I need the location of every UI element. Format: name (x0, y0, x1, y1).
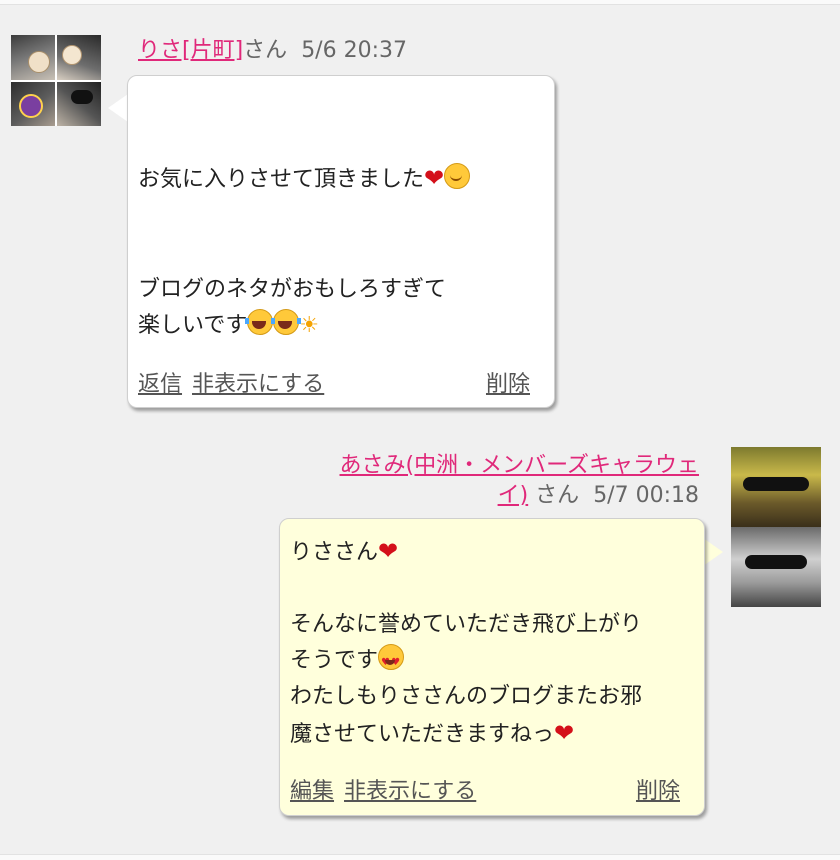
sender-suffix: さん (243, 38, 288, 63)
message-header: あさみ(中洲・メンバーズキャラウェ (340, 452, 699, 480)
message-actions: 返信 非表示にする 削除 (138, 371, 530, 399)
heart-eyes-icon (378, 644, 405, 681)
message-text: りささん❤ そんなに誉めていただき飛び上がり そうです わたしもりささんのブログ… (290, 533, 642, 753)
laugh-cry-icon (245, 309, 276, 335)
bottom-divider (0, 854, 840, 860)
sender-name-link[interactable]: あさみ(中洲・メンバーズキャラウェ (340, 453, 699, 478)
avatar-risa[interactable] (11, 35, 101, 126)
message-header-line2: イ) さん 5/7 00:18 (498, 482, 699, 510)
sender-name-link[interactable]: イ) (498, 483, 529, 508)
heart-icon: ❤ (554, 719, 575, 747)
sender-suffix: さん (535, 483, 580, 508)
message-text: お気に入りさせて頂きました❤ (138, 160, 471, 198)
hide-link[interactable]: 非表示にする (192, 372, 324, 397)
edit-link[interactable]: 編集 (290, 779, 334, 804)
hide-link[interactable]: 非表示にする (344, 779, 476, 804)
sender-name-link[interactable]: りさ[片町] (138, 38, 243, 63)
delete-link[interactable]: 削除 (636, 778, 680, 806)
message-bubble-sent: りささん❤ そんなに誉めていただき飛び上がり そうです わたしもりささんのブログ… (279, 518, 705, 816)
heart-icon: ❤ (424, 164, 445, 192)
message-actions: 編集 非表示にする 削除 (290, 778, 680, 806)
timestamp: 5/6 20:37 (301, 38, 407, 63)
delete-link[interactable]: 削除 (486, 371, 530, 399)
reply-link[interactable]: 返信 (138, 372, 182, 397)
laugh-cry-icon (271, 309, 302, 335)
sparkle-sun-icon: ☀ (299, 313, 320, 338)
bubble-tail (108, 94, 128, 122)
message-bubble-received: お気に入りさせて頂きました❤ ブログのネタがおもしろすぎて 楽しいです ☀ 返信非… (127, 75, 555, 408)
timestamp: 5/7 00:18 (593, 483, 699, 508)
message-header: りさ[片町]さん 5/6 20:37 (138, 37, 407, 65)
smile-icon (444, 163, 471, 189)
message-text: ブログのネタがおもしろすぎて 楽しいです ☀ (138, 277, 447, 338)
top-divider (0, 0, 840, 5)
heart-icon: ❤ (378, 537, 399, 565)
avatar-asami[interactable] (731, 447, 821, 607)
bubble-tail (703, 538, 723, 566)
